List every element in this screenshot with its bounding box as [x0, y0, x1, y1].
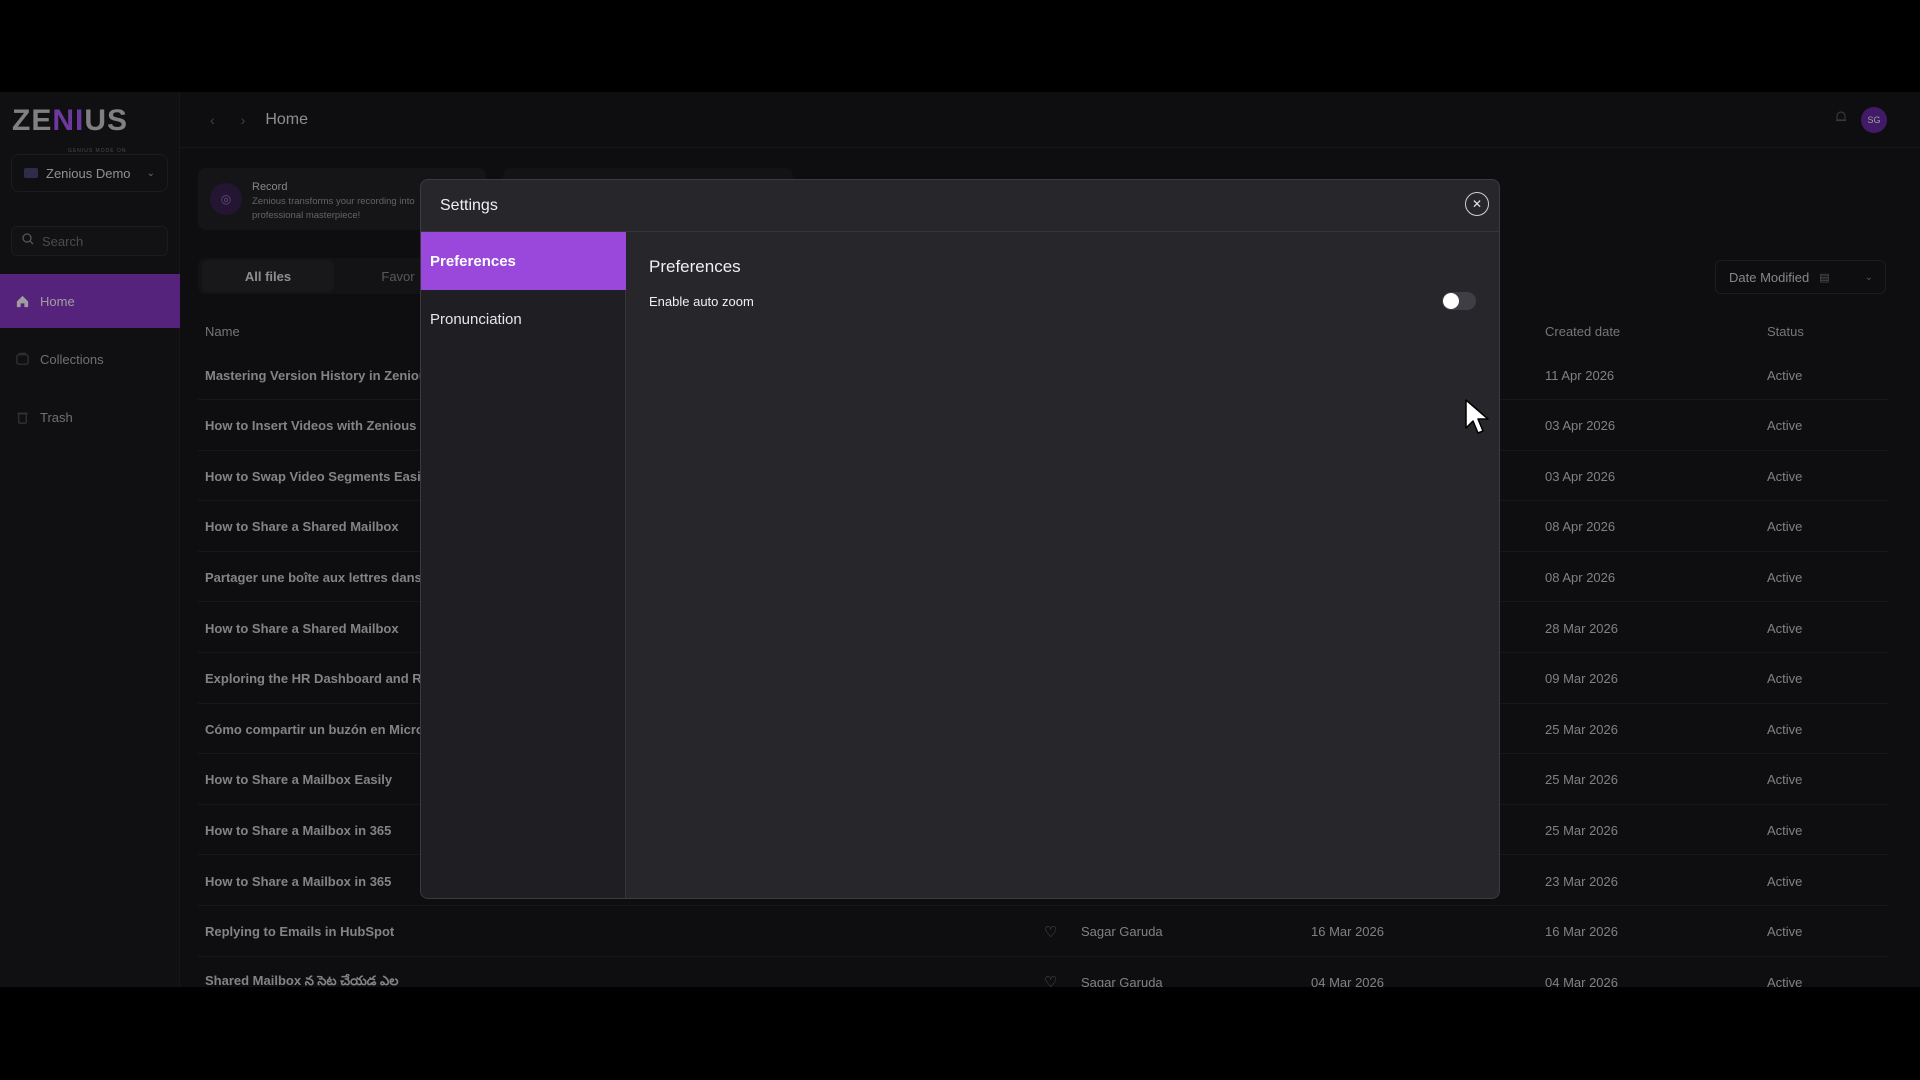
- modal-title: Settings: [440, 196, 498, 214]
- app-window: ZENIUS GENIUS MODE ON Zenious Demo ⌄ Hom…: [0, 92, 1920, 987]
- mouse-cursor-icon: [1465, 399, 1489, 434]
- settings-modal: Settings ✕ Preferences Pronunciation Pre…: [420, 179, 1500, 899]
- close-button[interactable]: ✕: [1465, 192, 1489, 216]
- section-title: Preferences: [649, 257, 741, 276]
- toggle-knob: [1443, 293, 1459, 309]
- modal-header: Settings ✕: [421, 180, 1499, 232]
- settings-tab-preferences[interactable]: Preferences: [421, 232, 626, 290]
- auto-zoom-label: Enable auto zoom: [649, 294, 754, 309]
- settings-content: Preferences Enable auto zoom: [626, 232, 1499, 898]
- settings-tab-pronunciation[interactable]: Pronunciation: [421, 290, 626, 348]
- settings-sidebar: Preferences Pronunciation: [421, 232, 626, 898]
- close-icon: ✕: [1471, 197, 1483, 211]
- auto-zoom-toggle[interactable]: [1442, 292, 1476, 310]
